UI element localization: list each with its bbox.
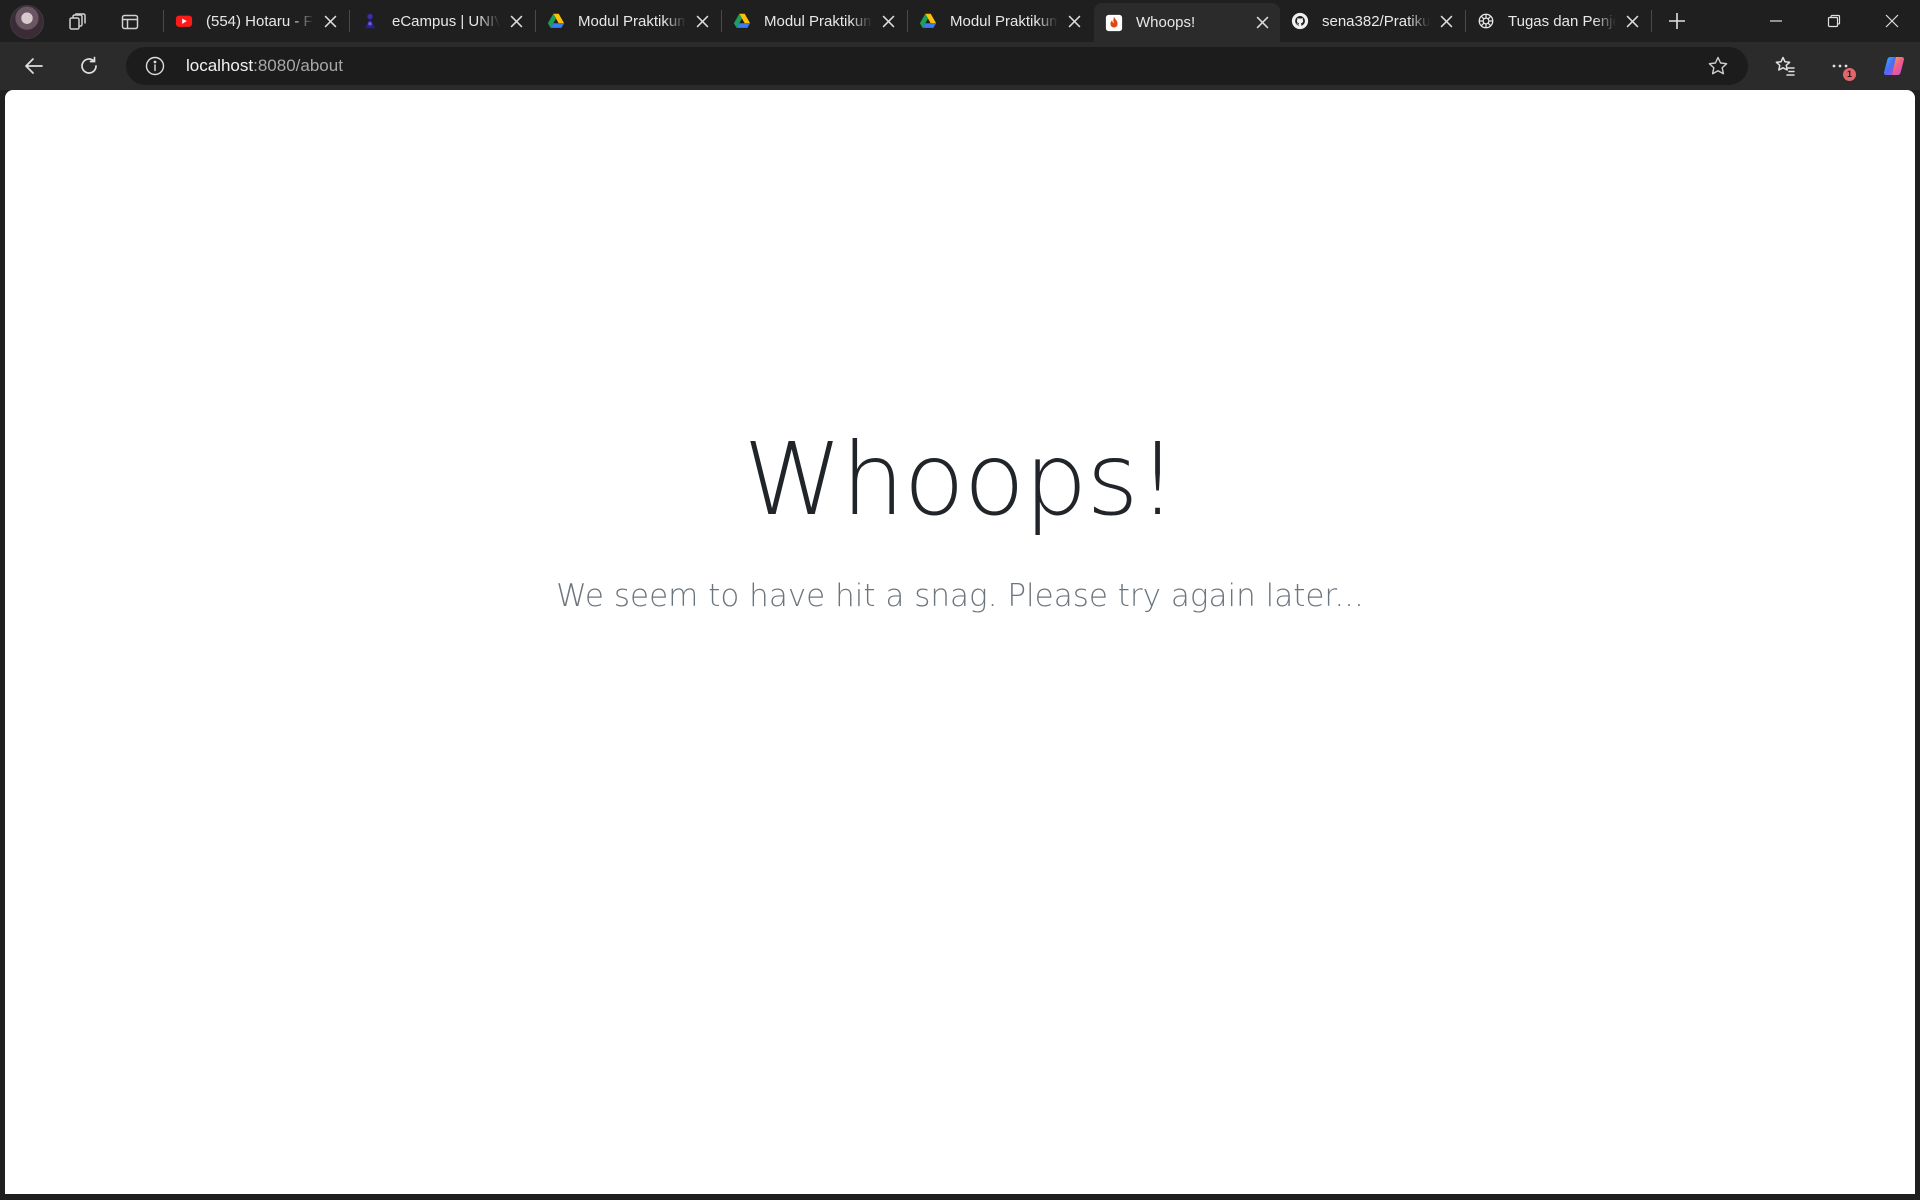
tab-title: eCampus | UNIV xyxy=(392,12,500,30)
page-title: Whoops! xyxy=(743,421,1177,538)
close-icon[interactable] xyxy=(1436,11,1456,31)
github-icon xyxy=(1290,11,1310,31)
tab-separator xyxy=(1651,10,1652,32)
browser-window: (554) Hotaru - Fu eCampus | UNIV Modul P… xyxy=(0,0,1920,1200)
favorites-button[interactable] xyxy=(1767,48,1803,84)
tab-title: Modul Praktikum xyxy=(950,12,1058,30)
address-bar[interactable]: localhost:8080/about xyxy=(126,47,1748,85)
tab-title: Tugas dan Penje xyxy=(1508,12,1616,30)
google-drive-icon xyxy=(732,11,752,31)
openai-icon xyxy=(1476,11,1496,31)
tab-ecampus[interactable]: eCampus | UNIV xyxy=(350,3,534,39)
tab-drive-3[interactable]: Modul Praktikum xyxy=(908,3,1092,39)
tab-title: Modul Praktikum xyxy=(578,12,686,30)
close-icon[interactable] xyxy=(1622,11,1642,31)
google-drive-icon xyxy=(546,11,566,31)
tab-title: Modul Praktikum xyxy=(764,12,872,30)
tab-drive-1[interactable]: Modul Praktikum xyxy=(536,3,720,39)
tab-chatgpt[interactable]: Tugas dan Penje xyxy=(1466,3,1650,39)
tab-title: Whoops! xyxy=(1136,14,1196,31)
profile-avatar[interactable] xyxy=(10,5,44,39)
close-icon[interactable] xyxy=(1064,11,1084,31)
url-text[interactable]: localhost:8080/about xyxy=(186,56,343,76)
tab-youtube[interactable]: (554) Hotaru - Fu xyxy=(164,3,348,39)
vertical-tabs-icon[interactable] xyxy=(116,8,144,36)
url-host: localhost xyxy=(186,56,254,75)
close-icon[interactable] xyxy=(1252,13,1272,33)
tab-drive-2[interactable]: Modul Praktikum xyxy=(722,3,906,39)
google-drive-icon xyxy=(918,11,938,31)
settings-more-button[interactable]: 1 xyxy=(1822,48,1858,84)
close-icon[interactable] xyxy=(320,11,340,31)
copilot-button[interactable] xyxy=(1876,48,1912,84)
tab-github[interactable]: sena382/Pratikum xyxy=(1280,3,1464,39)
url-path: :8080/about xyxy=(253,56,343,75)
close-icon[interactable] xyxy=(878,11,898,31)
tab-title: sena382/Pratikum xyxy=(1322,12,1430,30)
navigation-toolbar: localhost:8080/about 1 xyxy=(0,42,1920,90)
notification-badge: 1 xyxy=(1843,68,1856,81)
error-message: We seem to have hit a snag. Please try a… xyxy=(556,578,1364,614)
info-icon[interactable] xyxy=(144,55,166,77)
codeigniter-icon xyxy=(1104,13,1124,33)
close-icon[interactable] xyxy=(506,11,526,31)
workspaces-icon[interactable] xyxy=(63,8,91,36)
close-icon[interactable] xyxy=(692,11,712,31)
refresh-button[interactable] xyxy=(71,48,107,84)
favorite-star-icon[interactable] xyxy=(1706,54,1730,78)
tab-title: (554) Hotaru - Fu xyxy=(206,12,314,30)
minimize-button[interactable] xyxy=(1748,0,1804,42)
tab-whoops-active[interactable]: Whoops! xyxy=(1094,3,1280,42)
back-button[interactable] xyxy=(16,48,52,84)
restore-button[interactable] xyxy=(1806,0,1862,42)
new-tab-button[interactable] xyxy=(1662,6,1692,36)
close-window-button[interactable] xyxy=(1864,0,1920,42)
tab-strip: (554) Hotaru - Fu eCampus | UNIV Modul P… xyxy=(0,0,1920,42)
youtube-icon xyxy=(174,11,194,31)
page-viewport: Whoops! We seem to have hit a snag. Plea… xyxy=(5,90,1915,1194)
ecampus-icon xyxy=(360,11,380,31)
